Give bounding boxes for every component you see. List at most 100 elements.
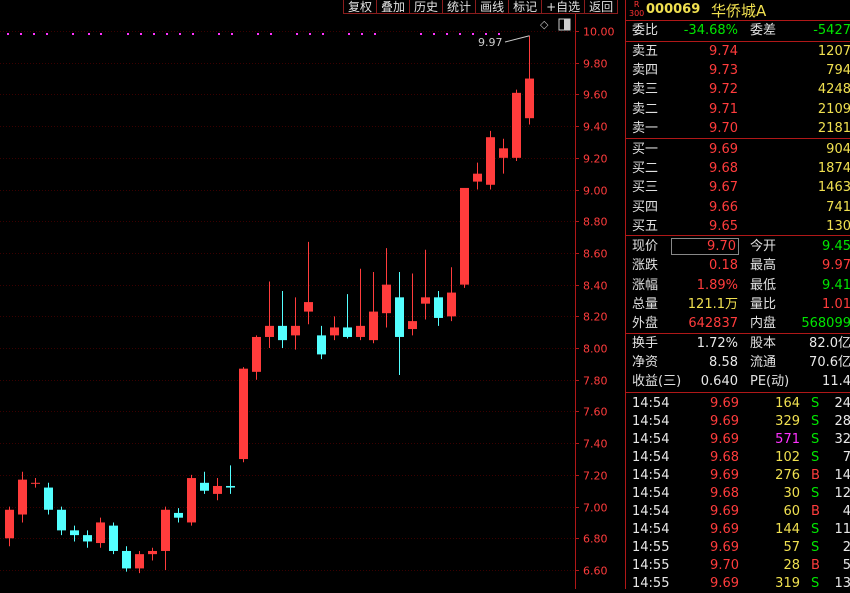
candle-body: [252, 336, 261, 372]
candle[interactable]: [330, 316, 339, 341]
candle[interactable]: [356, 268, 365, 341]
candle[interactable]: [226, 465, 235, 494]
candle-body: [18, 479, 27, 515]
candle[interactable]: [174, 508, 183, 523]
candle-body: [382, 284, 391, 314]
tick-side: B: [811, 468, 820, 483]
candle[interactable]: [291, 297, 300, 350]
candle[interactable]: [213, 478, 222, 501]
tick-row: 14:55 9.69 57 S 2: [626, 538, 850, 557]
y-tick-label: 8.60: [583, 248, 608, 261]
tick-price: 9.69: [710, 432, 739, 447]
toolbar-button-4[interactable]: 画线: [475, 0, 509, 14]
order-ratio-row: 委比 -34.68% 委差 -5427: [626, 21, 850, 40]
quote-value: 9.70: [671, 238, 739, 255]
candle-body: [135, 554, 144, 569]
candle-body: [239, 368, 248, 460]
tick-count: 28: [834, 414, 850, 429]
candle[interactable]: [5, 506, 14, 547]
candle-body: [187, 478, 196, 523]
tick-side: S: [811, 396, 820, 411]
candle[interactable]: [148, 547, 157, 561]
candle[interactable]: [278, 290, 287, 349]
signal-dot: [348, 33, 350, 35]
ask-volume: 1207: [817, 44, 850, 59]
candle[interactable]: [135, 550, 144, 574]
candle-body: [330, 327, 339, 336]
tick-price: 9.69: [710, 540, 739, 555]
candle[interactable]: [252, 335, 261, 380]
quote-label-2: 内盘: [750, 316, 777, 332]
candle[interactable]: [369, 271, 378, 344]
candle[interactable]: [499, 138, 508, 174]
quote-label-2: 今开: [750, 239, 777, 254]
toolbar-button-2[interactable]: 历史: [409, 0, 443, 14]
diamond-icon[interactable]: ◇: [540, 18, 549, 31]
candle[interactable]: [486, 130, 495, 190]
candle[interactable]: [239, 367, 248, 463]
bid-price: 9.66: [709, 199, 738, 215]
ask-label: 卖四: [632, 63, 659, 79]
candle[interactable]: [96, 517, 105, 548]
candle-body: [525, 78, 534, 119]
candle[interactable]: [304, 241, 313, 325]
kline-chart[interactable]: 10.00 9.80 9.60 9.40 9.20 9.00 8.80 8.60 8.40 8.2…: [0, 0, 625, 589]
candle[interactable]: [512, 89, 521, 161]
candle[interactable]: [473, 162, 482, 190]
candle[interactable]: [31, 478, 40, 488]
tick-count: 11: [834, 522, 850, 537]
candle[interactable]: [187, 474, 196, 526]
candle[interactable]: [421, 249, 430, 320]
candle[interactable]: [265, 281, 274, 349]
tick-price: 9.69: [710, 522, 739, 537]
candle[interactable]: [525, 35, 534, 125]
candle[interactable]: [317, 325, 326, 360]
high-price-label: 9.97: [478, 36, 503, 49]
tick-price: 9.69: [710, 468, 739, 483]
tick-volume: 276: [775, 468, 800, 483]
candle-body: [499, 148, 508, 158]
candle[interactable]: [83, 530, 92, 548]
toolbar-button-7[interactable]: 返回: [584, 0, 619, 14]
tick-count: 24: [834, 396, 850, 411]
y-tick-label: 8.20: [583, 311, 608, 324]
signal-dot: [20, 33, 22, 35]
candle[interactable]: [434, 290, 443, 326]
tick-time: 14:54: [632, 468, 670, 483]
signal-dot: [179, 33, 181, 35]
toolbar-button-6[interactable]: +自选: [541, 0, 585, 14]
quote-label: 总量: [632, 296, 659, 312]
toolbar-button-1[interactable]: 叠加: [376, 0, 410, 14]
candle[interactable]: [395, 271, 404, 376]
signal-dot: [127, 33, 129, 35]
y-tick-label: 6.80: [583, 533, 608, 546]
tick-volume: 28: [783, 558, 800, 573]
bid-row: 买一 9.69 904: [626, 140, 850, 159]
tick-time: 14:54: [632, 504, 670, 519]
bid-volume: 1874: [817, 161, 850, 177]
candle[interactable]: [460, 187, 469, 288]
ask-row: 卖一 9.70 2181: [626, 119, 850, 138]
tick-time: 14:54: [632, 396, 670, 411]
candle[interactable]: [343, 294, 352, 339]
candle[interactable]: [57, 506, 66, 536]
toolbar-button-3[interactable]: 统计: [442, 0, 476, 14]
toolbar-button-0[interactable]: 复权: [343, 0, 377, 14]
candle[interactable]: [447, 267, 456, 322]
candle[interactable]: [408, 273, 417, 336]
candle[interactable]: [382, 248, 391, 328]
candle[interactable]: [109, 522, 118, 555]
stat-row: 净资 8.58 流通 70.6亿: [626, 353, 850, 372]
ask-price: 9.72: [709, 82, 738, 98]
candle[interactable]: [161, 506, 170, 570]
signal-dot: [374, 33, 376, 35]
candle[interactable]: [18, 471, 27, 523]
high-annotation: 9.97: [478, 35, 530, 49]
tick-price: 9.68: [710, 486, 739, 501]
ask-label: 卖五: [632, 44, 659, 59]
candle[interactable]: [122, 546, 131, 572]
candle[interactable]: [70, 525, 79, 542]
signal-dot: [46, 33, 48, 35]
toolbar-button-5[interactable]: 标记: [508, 0, 542, 14]
candle[interactable]: [44, 482, 53, 515]
